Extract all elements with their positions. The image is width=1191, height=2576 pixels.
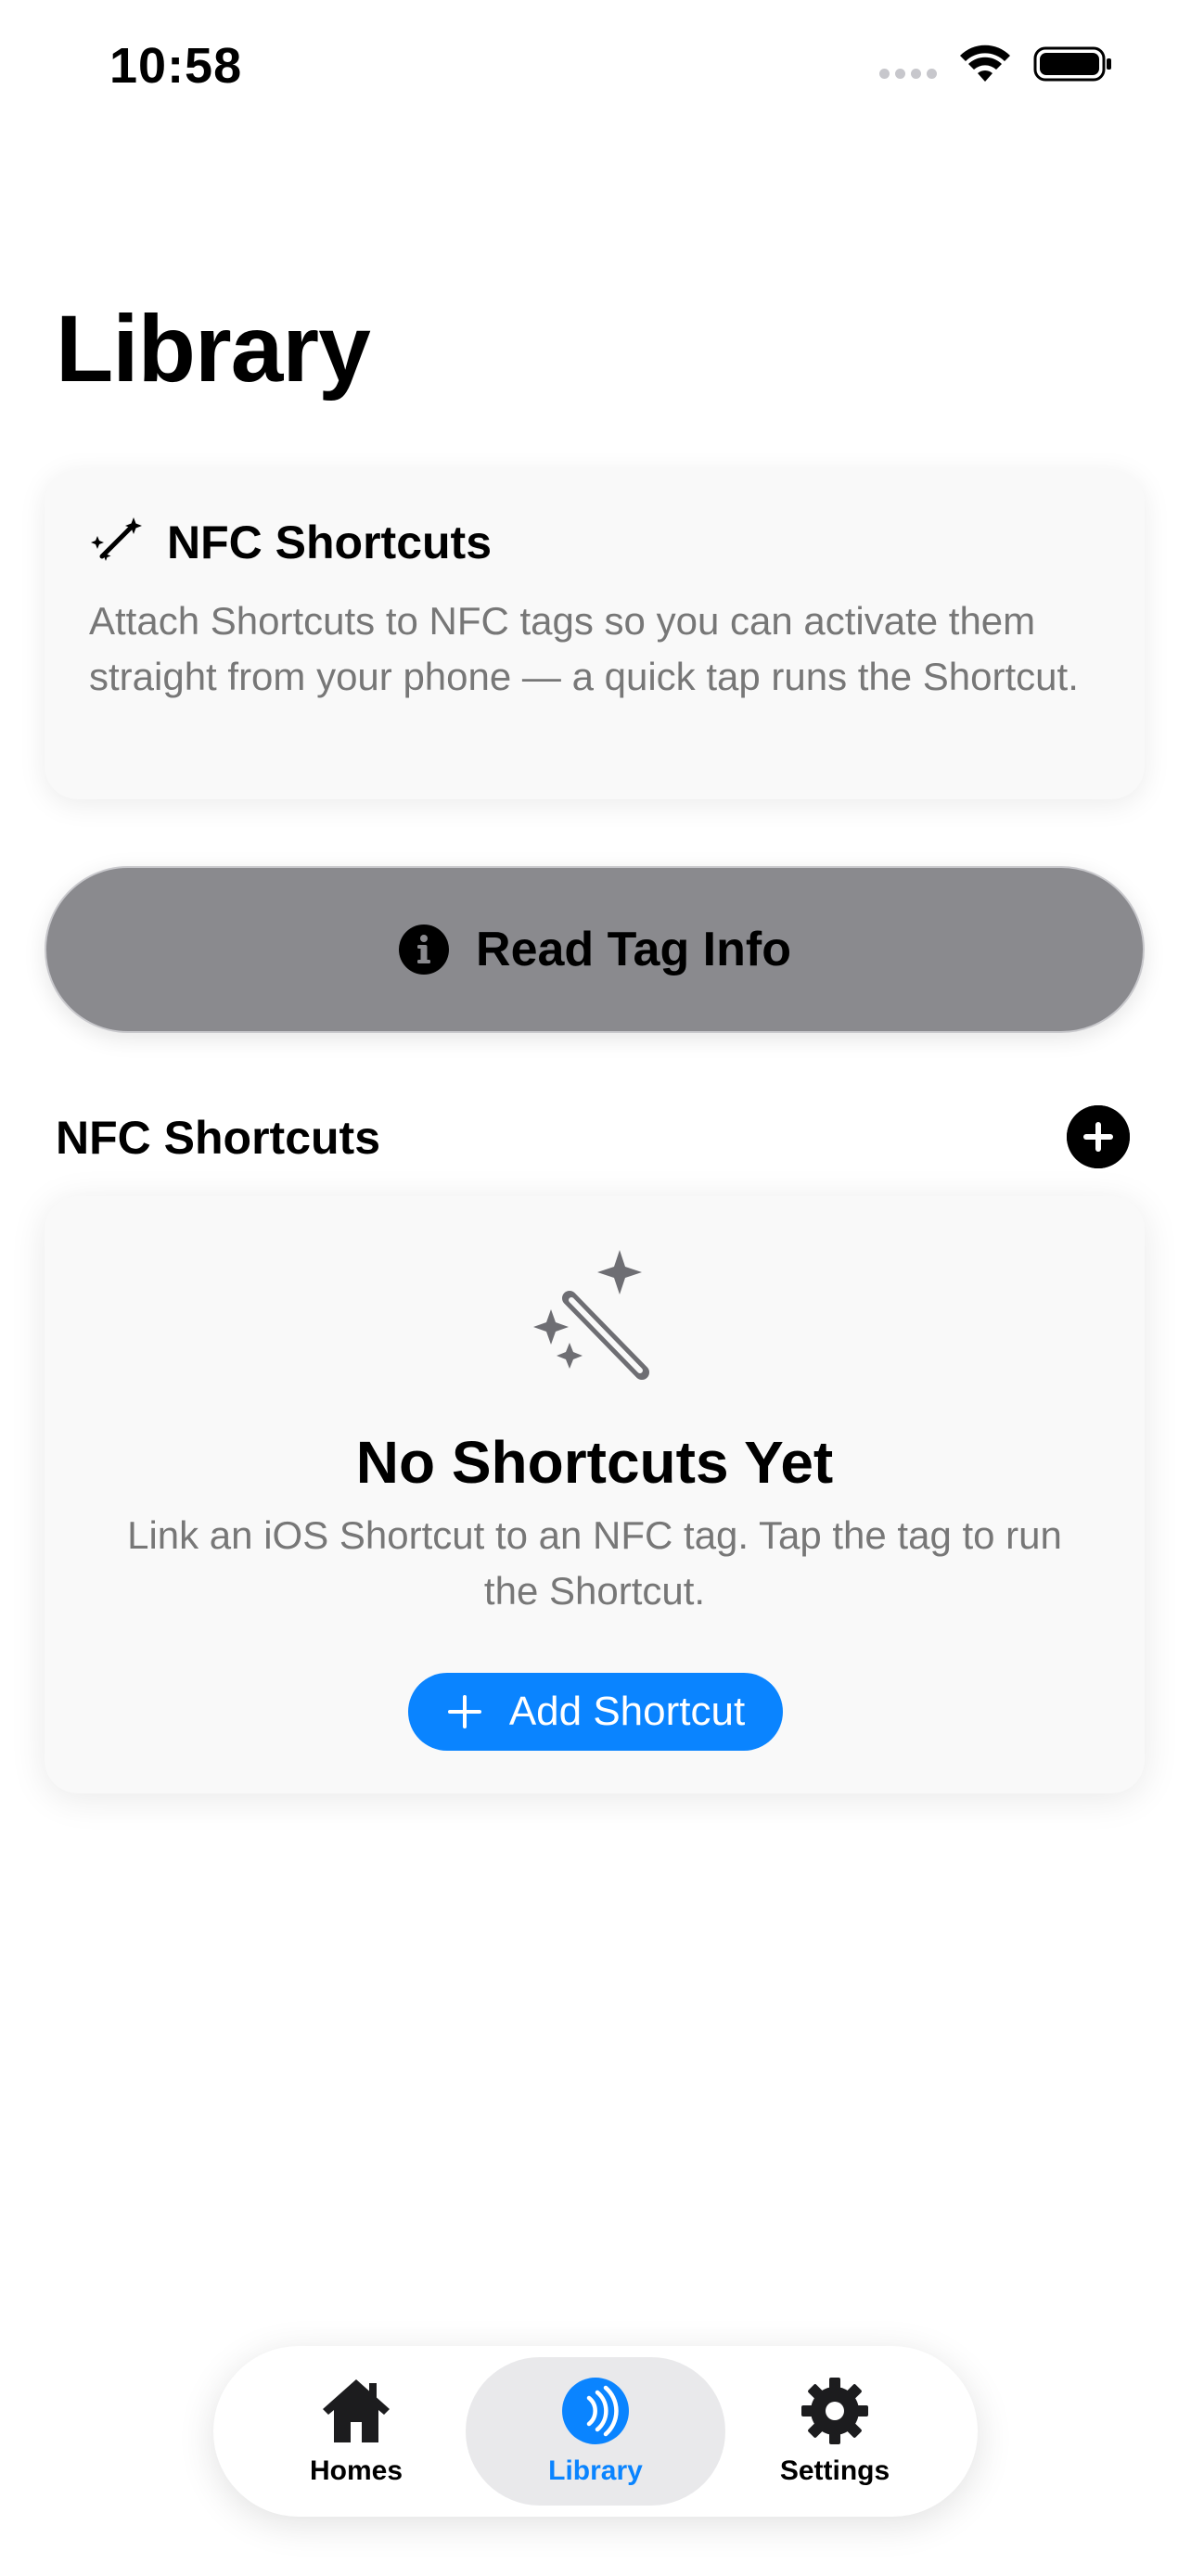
read-tag-info-button[interactable]: Read Tag Info xyxy=(45,866,1145,1033)
section-title: NFC Shortcuts xyxy=(56,1112,380,1164)
info-card-title: NFC Shortcuts xyxy=(167,516,492,568)
tab-library[interactable]: Library xyxy=(466,2357,725,2506)
add-shortcut-label: Add Shortcut xyxy=(508,1689,746,1734)
library-screen: 10:58 Library NFC Shortcuts Attach Short… xyxy=(0,0,1191,2576)
info-circle-icon xyxy=(399,925,450,975)
nfc-wave-icon xyxy=(562,2378,629,2444)
gear-icon xyxy=(801,2378,868,2444)
magic-wand-icon xyxy=(533,1250,649,1380)
plus-icon xyxy=(447,1695,481,1728)
wifi-icon xyxy=(960,45,1010,82)
battery-icon xyxy=(1033,46,1111,82)
house-icon xyxy=(323,2379,390,2442)
empty-state-description: Link an iOS Shortcut to an NFC tag. Tap … xyxy=(127,1513,1062,1613)
page-title: Library xyxy=(56,296,371,402)
signal-dots-icon xyxy=(879,68,937,79)
status-icons xyxy=(879,45,1113,83)
add-shortcut-circle-button[interactable] xyxy=(1067,1105,1130,1168)
add-shortcut-button[interactable]: Add Shortcut xyxy=(408,1673,783,1751)
status-time: 10:58 xyxy=(109,38,243,94)
read-tag-info-label: Read Tag Info xyxy=(476,923,791,976)
tab-homes-label: Homes xyxy=(309,2455,403,2486)
tab-settings[interactable]: Settings xyxy=(705,2357,965,2506)
tab-settings-label: Settings xyxy=(779,2455,890,2486)
magic-wand-icon xyxy=(91,517,142,561)
empty-state-title: No Shortcuts Yet xyxy=(355,1429,834,1496)
tab-bar: Homes Library Settings xyxy=(213,2346,978,2517)
tab-homes[interactable]: Homes xyxy=(226,2357,486,2506)
tab-library-label: Library xyxy=(548,2455,643,2486)
plus-circle-icon xyxy=(1067,1105,1130,1168)
empty-state-card: No Shortcuts Yet Link an iOS Shortcut to… xyxy=(45,1196,1145,1793)
info-card-description: Attach Shortcuts to NFC tags so you can … xyxy=(89,599,1079,698)
nfc-shortcuts-info-card: NFC Shortcuts Attach Shortcuts to NFC ta… xyxy=(45,469,1145,799)
info-card-header: NFC Shortcuts xyxy=(89,516,492,569)
